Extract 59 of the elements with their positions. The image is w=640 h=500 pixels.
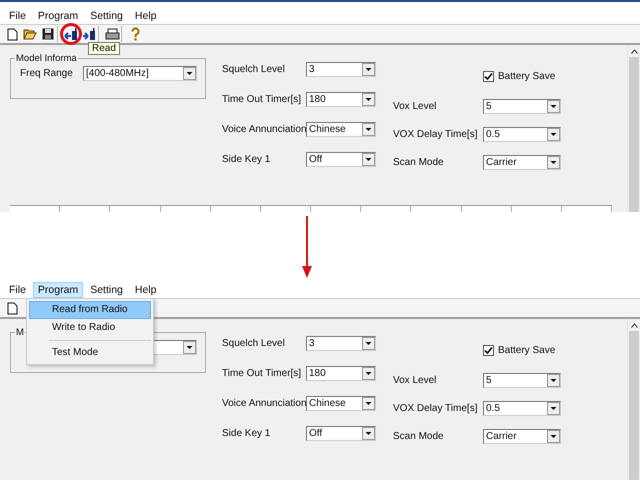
menu-item[interactable]: Help — [130, 282, 162, 298]
combo-box[interactable]: Off — [306, 152, 376, 166]
menu-item[interactable]: Setting — [85, 8, 128, 24]
question-mark-icon — [130, 27, 140, 41]
write-button[interactable] — [80, 26, 98, 42]
combo-box[interactable]: Chinese — [306, 396, 376, 410]
combo-box[interactable]: 180 — [306, 366, 376, 380]
menu-item[interactable]: Help — [130, 8, 162, 24]
combo-box[interactable]: Carrier — [483, 154, 561, 170]
menu-item[interactable]: Program — [32, 282, 84, 298]
print-button[interactable] — [103, 26, 121, 42]
combo-box[interactable]: 0.5 — [483, 400, 561, 416]
field-label: VOX Delay Time[s] — [393, 128, 478, 140]
scroll-up-icon — [630, 49, 638, 54]
field-label: Time Out Timer[s] — [222, 368, 302, 378]
menu-item[interactable]: Read from Radio — [29, 301, 151, 319]
combo-box[interactable]: Chinese — [306, 122, 376, 136]
file-icon — [6, 302, 18, 314]
tooltip: Read — [88, 42, 120, 55]
combo-box[interactable]: 3 — [306, 62, 376, 76]
field-label: Voice Annunciation — [222, 398, 306, 408]
scrollbar[interactable] — [627, 319, 640, 480]
field-label: Squelch Level — [222, 338, 286, 348]
field-label: Side Key 1 — [222, 154, 272, 164]
combo-box[interactable]: 5 — [483, 98, 561, 114]
field-label: Scan Mode — [393, 430, 445, 442]
combo-box[interactable]: 180 — [306, 92, 376, 106]
battery-save-checkbox[interactable]: Battery Save — [483, 344, 556, 356]
folder-icon — [23, 28, 37, 40]
field-label: Time Out Timer[s] — [222, 94, 302, 104]
menu-item[interactable]: File — [4, 8, 31, 24]
file-icon — [6, 28, 18, 40]
field-label: Side Key 1 — [222, 428, 272, 438]
radio-arrow-icon — [82, 28, 96, 40]
menu-item[interactable]: Test Mode — [29, 344, 151, 362]
scrollbar[interactable] — [627, 45, 640, 212]
field-label: VOX Delay Time[s] — [393, 402, 478, 414]
group-title: M — [15, 327, 25, 338]
menu-item[interactable]: File — [4, 282, 31, 298]
scroll-up-icon — [630, 323, 638, 328]
group-title: Model Informa — [15, 53, 78, 64]
field-label: Freq Range — [20, 68, 74, 79]
combo-box[interactable]: Off — [306, 426, 376, 440]
printer-icon — [104, 28, 120, 40]
field-label: Voice Annunciation — [222, 124, 306, 134]
combo-box[interactable]: 5 — [483, 372, 561, 388]
menu-item[interactable]: Setting — [85, 282, 128, 298]
field-label: Vox Level — [393, 374, 438, 386]
menu-item[interactable]: Program — [32, 8, 84, 24]
menu-item[interactable]: Write to Radio — [29, 319, 151, 337]
battery-save-checkbox[interactable]: Battery Save — [483, 70, 556, 82]
combo-box[interactable]: 3 — [306, 336, 376, 350]
field-label: Scan Mode — [393, 156, 445, 168]
combo-box[interactable]: 0.5 — [483, 126, 561, 142]
combo-box[interactable]: Carrier — [483, 428, 561, 444]
combo-box[interactable]: [400-480MHz] — [83, 66, 197, 81]
radio-arrow-icon — [64, 28, 78, 40]
field-label: Squelch Level — [222, 64, 286, 74]
field-label: Vox Level — [393, 100, 438, 112]
